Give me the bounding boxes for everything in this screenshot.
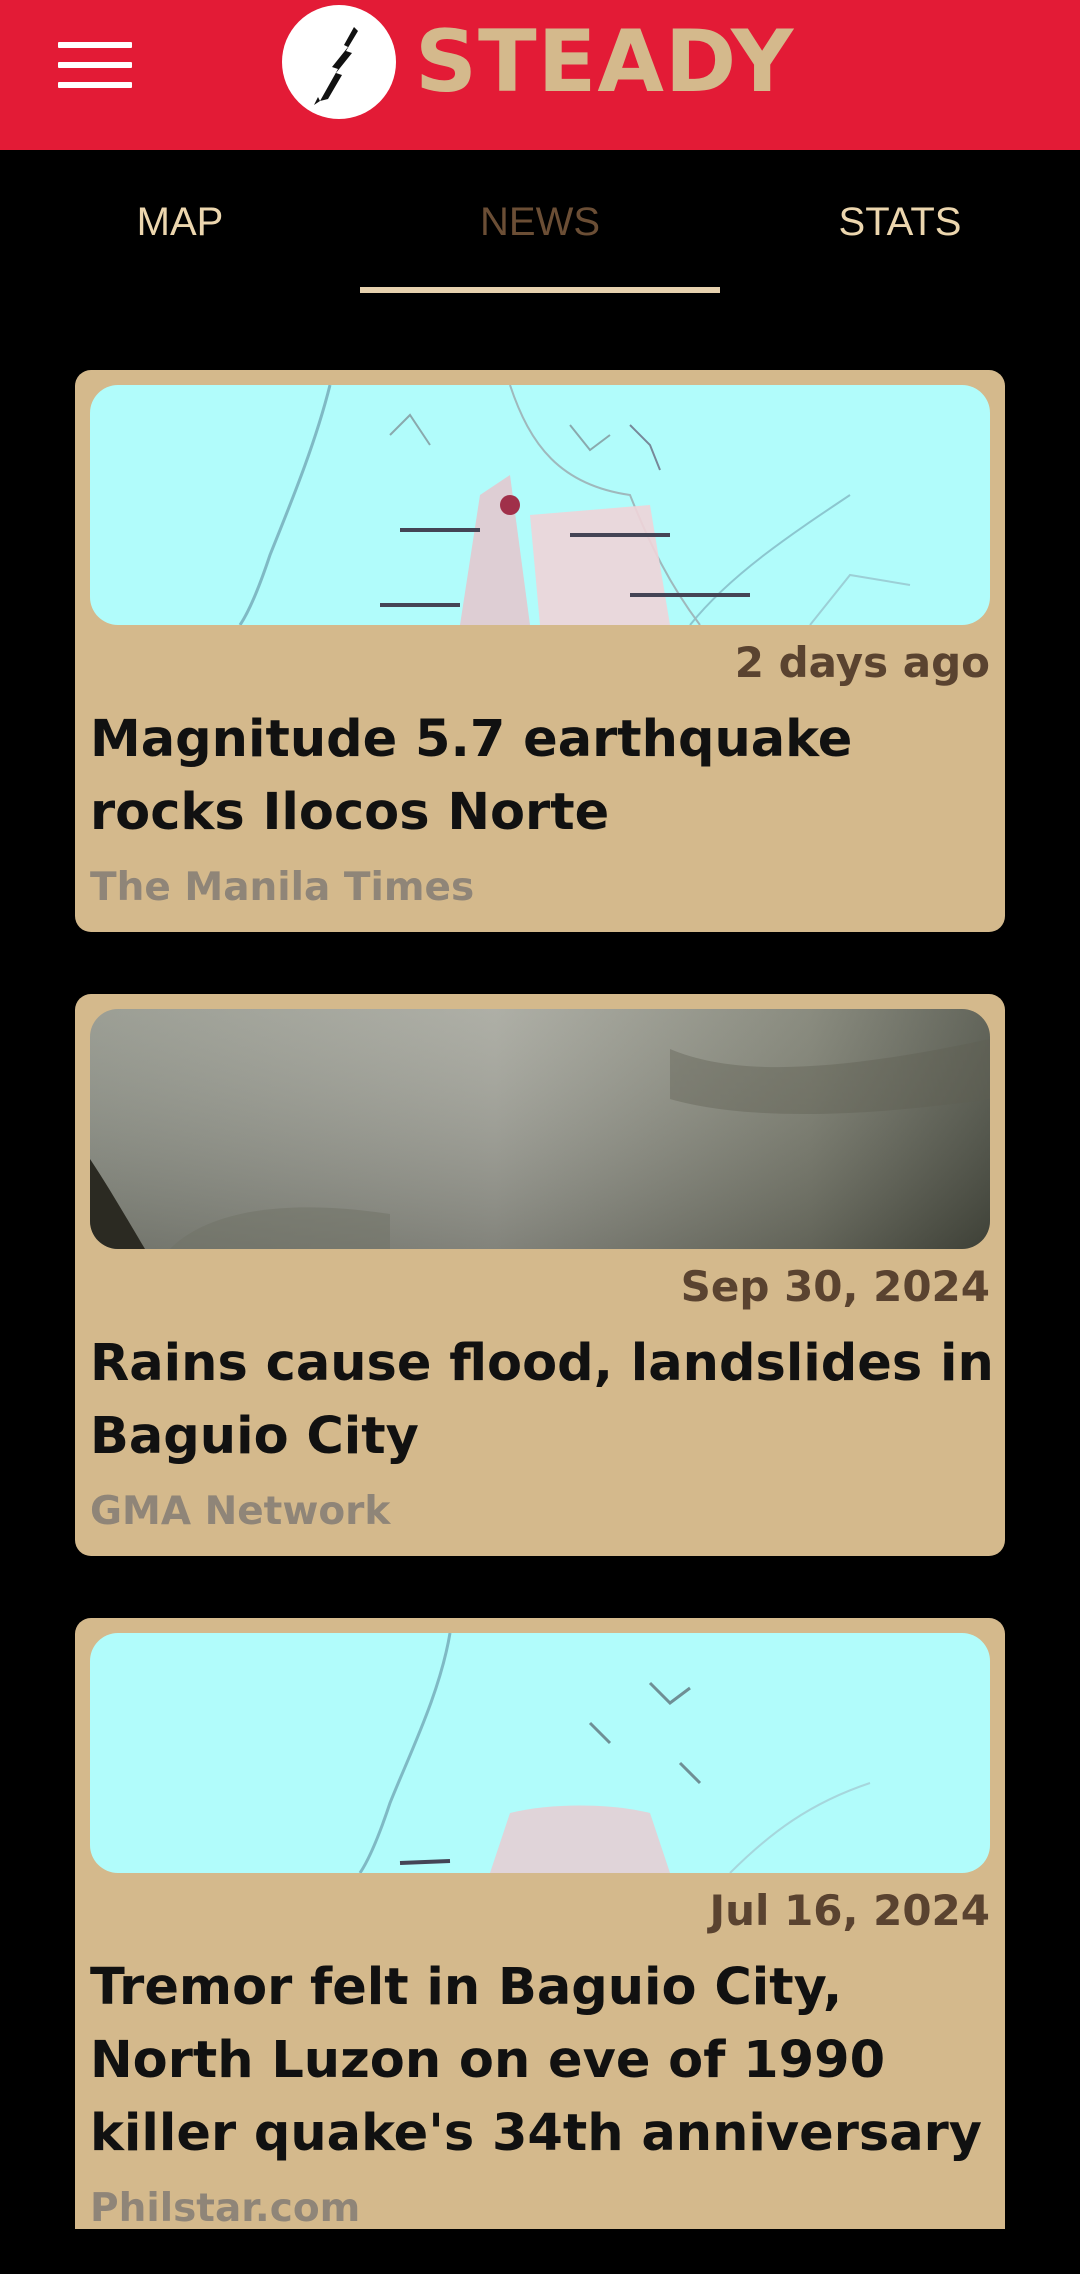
- tab-news[interactable]: NEWS: [360, 150, 720, 295]
- app-bar: STEADY: [0, 0, 1080, 150]
- news-card[interactable]: Sep 30, 2024 Rains cause flood, landslid…: [75, 994, 1005, 1556]
- menu-button[interactable]: [58, 40, 132, 90]
- tab-bar: MAP NEWS STATS: [0, 150, 1080, 295]
- active-tab-indicator: [360, 287, 720, 293]
- news-thumbnail-photo: [90, 1009, 990, 1249]
- news-source: The Manila Times: [90, 865, 475, 910]
- news-source: Philstar.com: [90, 2186, 361, 2229]
- app-logo-icon: [282, 5, 396, 119]
- news-thumbnail-map: [90, 385, 990, 625]
- news-date: Jul 16, 2024: [709, 1886, 990, 1935]
- tab-map[interactable]: MAP: [0, 150, 360, 295]
- tab-stats[interactable]: STATS: [720, 150, 1080, 295]
- menu-icon-bar: [58, 42, 132, 48]
- news-title[interactable]: Magnitude 5.7 earthquake rocks Ilocos No…: [90, 703, 995, 849]
- news-card[interactable]: 2 days ago Magnitude 5.7 earthquake rock…: [75, 370, 1005, 932]
- menu-icon-bar: [58, 82, 132, 88]
- news-source: GMA Network: [90, 1489, 391, 1534]
- news-date: Sep 30, 2024: [680, 1262, 990, 1311]
- news-thumbnail-map: [90, 1633, 990, 1873]
- menu-icon-bar: [58, 62, 132, 68]
- app-title: STEADY: [415, 12, 795, 112]
- news-title[interactable]: Rains cause flood, landslides in Baguio …: [90, 1327, 995, 1473]
- news-card[interactable]: Jul 16, 2024 Tremor felt in Baguio City,…: [75, 1618, 1005, 2229]
- news-date: 2 days ago: [734, 638, 990, 687]
- news-title[interactable]: Tremor felt in Baguio City, North Luzon …: [90, 1951, 995, 2170]
